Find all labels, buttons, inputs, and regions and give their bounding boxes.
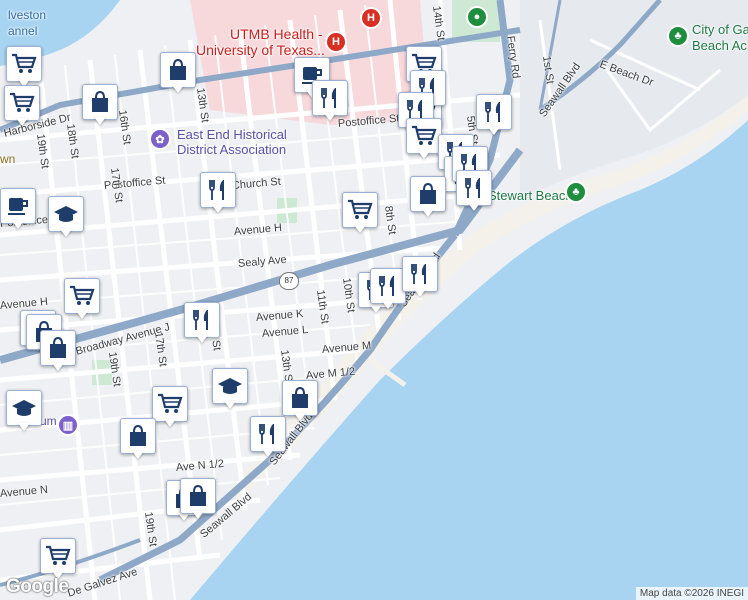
park-icon[interactable]: ♣ xyxy=(669,27,687,45)
cart-icon xyxy=(6,46,42,82)
marker-pointer xyxy=(18,423,30,431)
marker-pointer xyxy=(382,301,394,309)
map-attribution[interactable]: Map data ©2026 INEGI xyxy=(635,587,748,600)
cart-icon xyxy=(40,538,76,574)
bag-icon xyxy=(160,52,196,88)
map-marker-grocery[interactable] xyxy=(406,118,442,162)
map-marker-cafe[interactable] xyxy=(0,188,36,232)
fork-knife-icon xyxy=(476,94,512,130)
fork-knife-icon xyxy=(370,268,406,304)
map-marker-school[interactable] xyxy=(48,196,84,240)
marker-pointer xyxy=(172,85,184,93)
marker-pointer xyxy=(262,449,274,457)
map-marker-restaurant[interactable] xyxy=(476,94,512,138)
map-marker-restaurant[interactable] xyxy=(200,172,236,216)
marker-pointer xyxy=(192,511,204,519)
map-marker-grocery[interactable] xyxy=(4,85,40,129)
route-87-shield: 87 xyxy=(279,272,299,290)
map-marker-shopping[interactable] xyxy=(160,52,196,96)
hospital-icon[interactable]: H xyxy=(327,33,345,51)
map-marker-grocery[interactable] xyxy=(152,386,188,430)
map-marker-restaurant[interactable] xyxy=(184,302,220,346)
bag-icon xyxy=(82,84,118,120)
marker-pointer xyxy=(414,289,426,297)
map-marker-restaurant[interactable] xyxy=(456,170,492,214)
marker-pointer xyxy=(488,127,500,135)
map-marker-school[interactable] xyxy=(6,390,42,434)
map-marker-shopping[interactable] xyxy=(120,418,156,462)
school-icon xyxy=(212,368,248,404)
marker-pointer xyxy=(16,118,28,126)
map-marker-restaurant[interactable] xyxy=(370,268,406,312)
landmark-icon[interactable]: ✿ xyxy=(151,130,169,148)
marker-pointer xyxy=(132,451,144,459)
map-marker-shopping[interactable] xyxy=(282,380,318,424)
fork-knife-icon xyxy=(200,172,236,208)
marker-pointer xyxy=(94,117,106,125)
bag-icon xyxy=(180,478,216,514)
marker-pointer xyxy=(164,419,176,427)
cart-icon xyxy=(4,85,40,121)
fork-knife-icon xyxy=(184,302,220,338)
map-marker-grocery[interactable] xyxy=(6,46,42,90)
marker-pointer xyxy=(468,203,480,211)
marker-pointer xyxy=(196,335,208,343)
marker-pointer xyxy=(422,209,434,217)
map-marker-grocery[interactable] xyxy=(64,278,100,322)
cart-icon xyxy=(64,278,100,314)
marker-pointer xyxy=(60,229,72,237)
museum-icon[interactable]: ▥ xyxy=(59,416,77,434)
cup-icon xyxy=(0,188,36,224)
map-marker-restaurant[interactable] xyxy=(402,256,438,300)
map-marker-restaurant[interactable] xyxy=(312,80,348,124)
map-marker-restaurant[interactable] xyxy=(250,416,286,460)
school-icon xyxy=(6,390,42,426)
marker-pointer xyxy=(224,401,236,409)
cart-icon xyxy=(342,192,378,228)
map-marker-school[interactable] xyxy=(212,368,248,412)
map-marker-shopping[interactable] xyxy=(82,84,118,128)
bag-icon xyxy=(410,176,446,212)
marker-pointer xyxy=(12,221,24,229)
google-logo: Google xyxy=(6,576,69,597)
cart-icon xyxy=(406,118,442,154)
bag-icon xyxy=(40,330,76,366)
map-marker-shopping[interactable] xyxy=(410,176,446,220)
bag-icon xyxy=(282,380,318,416)
bag-icon xyxy=(120,418,156,454)
fork-knife-icon xyxy=(456,170,492,206)
fork-knife-icon xyxy=(402,256,438,292)
hospital-icon[interactable]: H xyxy=(362,9,380,27)
map-marker-grocery[interactable] xyxy=(342,192,378,236)
marker-pointer xyxy=(76,311,88,319)
school-icon xyxy=(48,196,84,232)
map-marker-shopping[interactable] xyxy=(40,330,76,374)
marker-pointer xyxy=(52,363,64,371)
map-canvas[interactable]: lveston annel UTMB Health - University o… xyxy=(0,0,748,600)
marker-pointer xyxy=(212,205,224,213)
cart-icon xyxy=(152,386,188,422)
park-icon[interactable]: ● xyxy=(468,8,486,26)
marker-pointer xyxy=(418,151,430,159)
marker-pointer xyxy=(324,113,336,121)
fork-knife-icon xyxy=(312,80,348,116)
marker-pointer xyxy=(294,413,306,421)
marker-pointer xyxy=(354,225,366,233)
park-icon[interactable]: ♣ xyxy=(567,183,585,201)
map-marker-shopping[interactable] xyxy=(180,478,216,522)
fork-knife-icon xyxy=(250,416,286,452)
